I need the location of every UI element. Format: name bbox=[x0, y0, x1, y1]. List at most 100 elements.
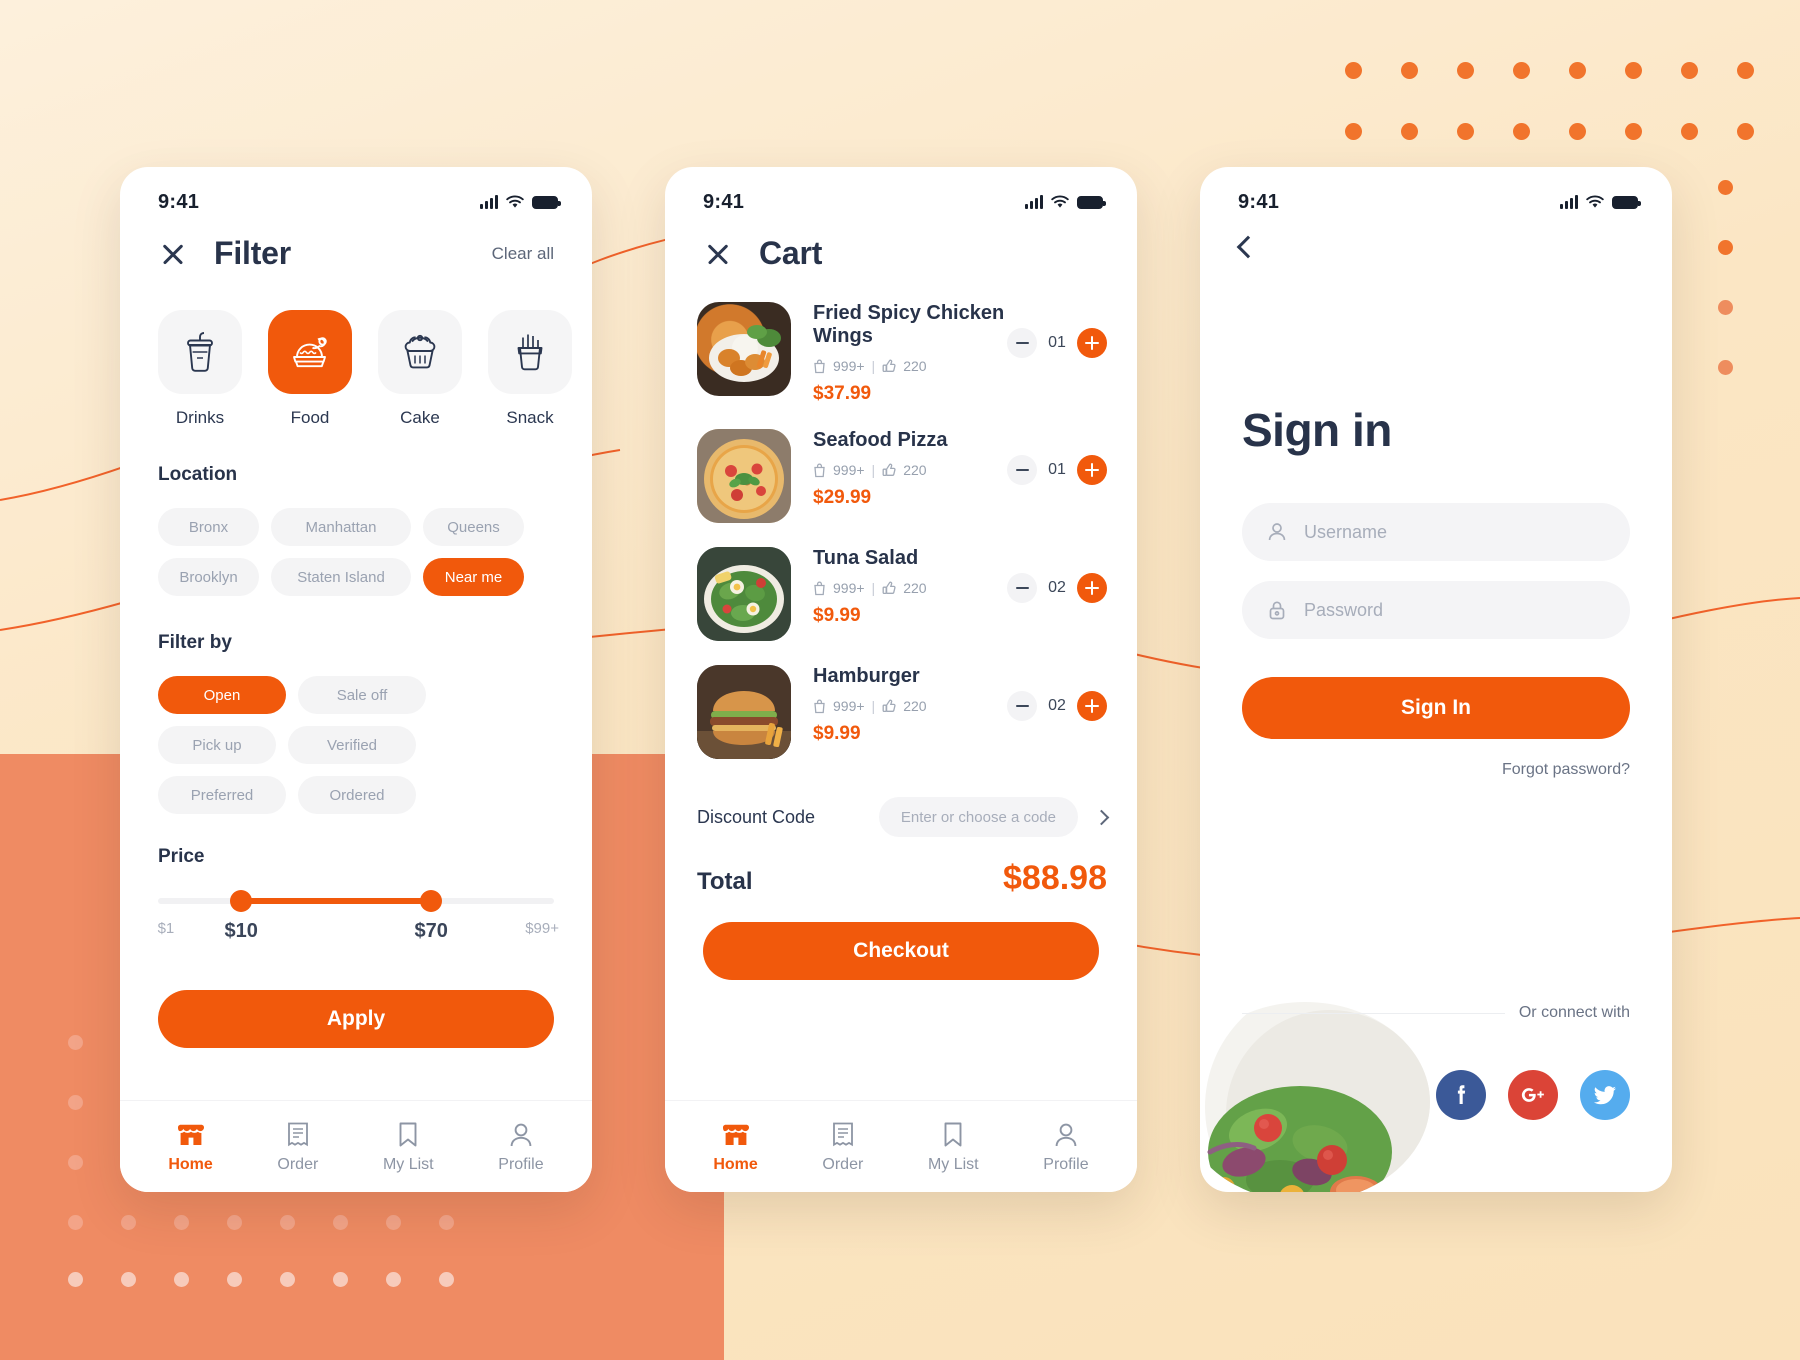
increase-quantity-button[interactable] bbox=[1077, 328, 1107, 358]
location-chip-staten-island[interactable]: Staten Island bbox=[271, 558, 411, 596]
price-slider[interactable]: $1 $10 $70 $99+ bbox=[120, 868, 592, 944]
shopping-bag-icon bbox=[814, 580, 825, 595]
category-drinks[interactable]: Drinks bbox=[158, 310, 242, 428]
category-food[interactable]: Food bbox=[268, 310, 352, 428]
tuna-salad-photo bbox=[697, 547, 791, 641]
nav-item-profile[interactable]: Profile bbox=[498, 1120, 544, 1174]
filter-chip-verified[interactable]: Verified bbox=[288, 726, 416, 764]
phone-screen-signin: 9:41 Sign in Username Password Sign In F… bbox=[1200, 167, 1672, 1192]
nav-item-order[interactable]: Order bbox=[822, 1120, 863, 1174]
price-max-label: $99+ bbox=[525, 920, 560, 937]
category-cake[interactable]: Cake bbox=[378, 310, 462, 428]
category-label: Cake bbox=[400, 408, 440, 427]
category-label: Drinks bbox=[175, 408, 225, 427]
username-field[interactable]: Username bbox=[1242, 503, 1630, 561]
filter-by-section-title: Filter by bbox=[158, 632, 232, 653]
cart-item-name: Hamburger bbox=[813, 665, 920, 687]
phone-screen-filter: 9:41 Filter Clear all Drinks Food Cake S… bbox=[120, 167, 592, 1192]
nav-item-home[interactable]: Home bbox=[168, 1120, 213, 1174]
cart-item-orders: 999+ bbox=[833, 358, 865, 374]
close-icon[interactable] bbox=[158, 239, 188, 269]
forgot-password-link[interactable]: Forgot password? bbox=[1200, 739, 1672, 779]
receipt-icon bbox=[822, 1120, 863, 1150]
cellular-signal-icon bbox=[1560, 195, 1578, 209]
location-chip-manhattan[interactable]: Manhattan bbox=[271, 508, 411, 546]
location-chip-brooklyn[interactable]: Brooklyn bbox=[158, 558, 259, 596]
cart-item-name: Fried Spicy Chicken Wings bbox=[813, 302, 1005, 347]
filter-chip-pick-up[interactable]: Pick up bbox=[158, 726, 276, 764]
quantity-value: 02 bbox=[1048, 579, 1066, 596]
nav-item-my-list[interactable]: My List bbox=[928, 1120, 979, 1174]
meta-separator: | bbox=[871, 580, 876, 596]
clear-all-button[interactable]: Clear all bbox=[492, 244, 554, 264]
price-slider-track[interactable] bbox=[158, 890, 554, 912]
thumbs-up-icon bbox=[882, 581, 896, 595]
total-row: Total $88.98 bbox=[665, 837, 1137, 898]
location-chip-bronx[interactable]: Bronx bbox=[158, 508, 259, 546]
nav-label: My List bbox=[927, 1155, 979, 1173]
nav-label: Home bbox=[713, 1155, 758, 1173]
back-button[interactable] bbox=[1200, 223, 1672, 259]
increase-quantity-button[interactable] bbox=[1077, 573, 1107, 603]
location-chip-near-me[interactable]: Near me bbox=[423, 558, 524, 596]
cart-item-list: Fried Spicy Chicken Wings 999+ | 220 $37… bbox=[665, 272, 1137, 771]
nav-label: Home bbox=[168, 1155, 213, 1173]
cellular-signal-icon bbox=[480, 195, 498, 209]
filter-chip-sale-off[interactable]: Sale off bbox=[298, 676, 426, 714]
thumbs-up-icon bbox=[882, 699, 896, 713]
total-value: $88.98 bbox=[1003, 859, 1107, 897]
increase-quantity-button[interactable] bbox=[1077, 455, 1107, 485]
status-time: 9:41 bbox=[158, 190, 200, 213]
wifi-icon bbox=[1051, 195, 1069, 209]
receipt-icon bbox=[277, 1120, 318, 1150]
location-chip-queens[interactable]: Queens bbox=[423, 508, 524, 546]
nav-item-my-list[interactable]: My List bbox=[383, 1120, 434, 1174]
checkout-button[interactable]: Checkout bbox=[703, 922, 1099, 980]
decrease-quantity-button[interactable] bbox=[1007, 328, 1037, 358]
sign-in-button[interactable]: Sign In bbox=[1242, 677, 1630, 739]
nav-item-order[interactable]: Order bbox=[277, 1120, 318, 1174]
location-chips: Bronx Manhattan Queens Brooklyn Staten I… bbox=[120, 486, 592, 596]
chevron-right-icon[interactable] bbox=[1093, 809, 1110, 825]
wifi-icon bbox=[1586, 195, 1604, 209]
decrease-quantity-button[interactable] bbox=[1007, 573, 1037, 603]
category-label: Food bbox=[290, 408, 330, 427]
or-connect-divider: Or connect with bbox=[1242, 1004, 1630, 1022]
filter-by-chips: Open Sale off Pick up Verified Preferred… bbox=[120, 654, 592, 814]
meta-separator: | bbox=[871, 358, 876, 374]
cart-item-price: $9.99 bbox=[813, 723, 861, 744]
meta-separator: | bbox=[871, 462, 876, 478]
category-snack[interactable]: Snack bbox=[488, 310, 572, 428]
nav-label: Profile bbox=[498, 1155, 544, 1173]
twitter-icon[interactable] bbox=[1580, 1070, 1630, 1120]
seafood-pizza-photo bbox=[697, 429, 791, 523]
cart-item-meta: 999+ | 220 bbox=[813, 358, 1007, 374]
person-icon bbox=[1268, 523, 1286, 541]
cart-item-likes: 220 bbox=[903, 580, 927, 596]
price-slider-knob-high[interactable] bbox=[420, 890, 443, 912]
quantity-stepper: 02 bbox=[1007, 573, 1107, 603]
apply-button[interactable]: Apply bbox=[158, 990, 554, 1048]
password-field[interactable]: Password bbox=[1242, 581, 1630, 639]
total-label: Total bbox=[697, 868, 753, 895]
facebook-icon[interactable] bbox=[1436, 1070, 1486, 1120]
filter-chip-open[interactable]: Open bbox=[158, 676, 286, 714]
store-icon bbox=[168, 1120, 212, 1150]
decrease-quantity-button[interactable] bbox=[1007, 455, 1037, 485]
nav-item-home[interactable]: Home bbox=[713, 1120, 758, 1174]
discount-code-row: Discount Code Enter or choose a code bbox=[665, 771, 1137, 837]
close-icon[interactable] bbox=[703, 239, 733, 269]
filter-chip-ordered[interactable]: Ordered bbox=[298, 776, 416, 814]
nav-item-profile[interactable]: Profile bbox=[1043, 1120, 1089, 1174]
google-plus-icon[interactable] bbox=[1508, 1070, 1558, 1120]
filter-chip-preferred[interactable]: Preferred bbox=[158, 776, 286, 814]
price-slider-knob-low[interactable] bbox=[230, 890, 253, 912]
cart-row: Fried Spicy Chicken Wings 999+ | 220 $37… bbox=[665, 290, 1137, 417]
cart-item-likes: 220 bbox=[903, 358, 927, 374]
hamburger-photo bbox=[697, 665, 791, 759]
cart-item-meta: 999+ | 220 bbox=[813, 462, 1007, 478]
decrease-quantity-button[interactable] bbox=[1007, 691, 1037, 721]
dot-grid-top-right bbox=[1345, 62, 1793, 79]
increase-quantity-button[interactable] bbox=[1077, 691, 1107, 721]
discount-code-input[interactable]: Enter or choose a code bbox=[878, 797, 1078, 837]
